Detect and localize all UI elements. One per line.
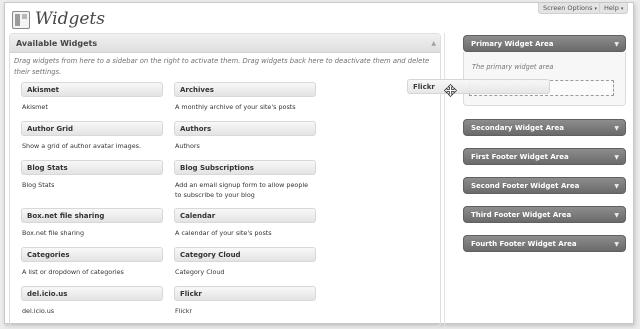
chevron-down-icon[interactable]: ▼ [614, 207, 619, 224]
chevron-down-icon: ▾ [594, 6, 598, 12]
widget-title[interactable]: Category Cloud [174, 247, 316, 262]
widget-item[interactable]: Blog Stats Blog Stats [21, 160, 163, 190]
widget-title[interactable]: Calendar [174, 208, 316, 223]
help-tab[interactable]: Help ▾ [599, 3, 629, 14]
widget-description: Flickr [175, 307, 193, 315]
widget-title[interactable]: Flickr [174, 286, 316, 301]
sidebar-title: Secondary Widget Area [471, 124, 564, 132]
primary-widget-area-description: The primary widget area [472, 63, 554, 71]
page-title: Widgets [35, 9, 105, 29]
sidebar-title: Fourth Footer Widget Area [471, 240, 577, 248]
widget-description: Show a grid of author avatar images. [22, 142, 142, 150]
widget-item[interactable]: Author Grid Show a grid of author avatar… [21, 121, 163, 151]
panel-divider [444, 33, 445, 327]
widget-title[interactable]: Blog Stats [21, 160, 163, 175]
widget-description: Authors [175, 142, 200, 150]
widget-title[interactable]: Authors [174, 121, 316, 136]
screen-options-tab[interactable]: Screen Options ▾ [538, 3, 603, 14]
widget-item[interactable]: Blog Subscriptions Add an email signup f… [174, 160, 316, 200]
chevron-down-icon[interactable]: ▼ [614, 178, 619, 195]
widget-title[interactable]: Akismet [21, 82, 163, 97]
dragging-widget[interactable]: Flickr [407, 79, 550, 94]
widget-title[interactable]: Categories [21, 247, 163, 262]
sidebar-title: Third Footer Widget Area [471, 211, 572, 219]
available-widgets-description: Drag widgets from here to a sidebar on t… [14, 57, 430, 76]
chevron-down-icon[interactable]: ▼ [614, 149, 619, 166]
third-footer-widget-area-header[interactable]: Third Footer Widget Area ▼ [463, 206, 626, 223]
primary-widget-area-header[interactable]: Primary Widget Area ▼ [463, 35, 626, 52]
help-label: Help [604, 4, 619, 12]
widget-item[interactable]: Calendar A calendar of your site's posts [174, 208, 316, 238]
widget-item[interactable]: Box.net file sharing Box.net file sharin… [21, 208, 163, 238]
widget-description: Akismet [22, 103, 48, 111]
screen-options-label: Screen Options [543, 4, 593, 12]
sidebar-title: Second Footer Widget Area [471, 182, 580, 190]
widget-item[interactable]: Category Cloud Category Cloud [174, 247, 316, 277]
widget-item[interactable]: del.icio.us del.icio.us [21, 286, 163, 316]
widget-item[interactable]: Authors Authors [174, 121, 316, 151]
second-footer-widget-area-header[interactable]: Second Footer Widget Area ▼ [463, 177, 626, 194]
widget-title[interactable]: Author Grid [21, 121, 163, 136]
move-cursor-icon [444, 84, 457, 97]
available-widgets-header[interactable]: Available Widgets ▲ [10, 34, 440, 53]
chevron-down-icon[interactable]: ▼ [614, 36, 619, 53]
widget-title[interactable]: Box.net file sharing [21, 208, 163, 223]
widget-description: A calendar of your site's posts [175, 229, 272, 237]
available-widgets-title: Available Widgets [16, 39, 98, 48]
widget-title[interactable]: Archives [174, 82, 316, 97]
widget-item[interactable]: Archives A monthly archive of your site'… [174, 82, 316, 112]
widget-description: del.icio.us [22, 307, 55, 315]
chevron-down-icon: ▾ [620, 6, 624, 12]
widget-description: A monthly archive of your site's posts [175, 103, 296, 111]
chevron-down-icon[interactable]: ▼ [614, 236, 619, 253]
widget-description: Blog Stats [22, 181, 55, 189]
widget-description: Add an email signup form to allow people… [175, 181, 309, 199]
widget-item[interactable]: Categories A list or dropdown of categor… [21, 247, 163, 277]
collapse-arrow-icon[interactable]: ▲ [431, 34, 436, 53]
widget-description: Category Cloud [175, 268, 225, 276]
widget-item[interactable]: Akismet Akismet [21, 82, 163, 112]
secondary-widget-area-header[interactable]: Secondary Widget Area ▼ [463, 119, 626, 136]
widget-description: Box.net file sharing [22, 229, 84, 237]
widgets-page-icon [12, 11, 30, 29]
widget-title[interactable]: Blog Subscriptions [174, 160, 316, 175]
sidebar-title: Primary Widget Area [471, 40, 554, 48]
sidebar-title: First Footer Widget Area [471, 153, 569, 161]
widget-description: A list or dropdown of categories [22, 268, 124, 276]
chevron-down-icon[interactable]: ▼ [614, 120, 619, 137]
widget-title[interactable]: del.icio.us [21, 286, 163, 301]
first-footer-widget-area-header[interactable]: First Footer Widget Area ▼ [463, 148, 626, 165]
fourth-footer-widget-area-header[interactable]: Fourth Footer Widget Area ▼ [463, 235, 626, 252]
widget-item[interactable]: Flickr Flickr [174, 286, 316, 316]
